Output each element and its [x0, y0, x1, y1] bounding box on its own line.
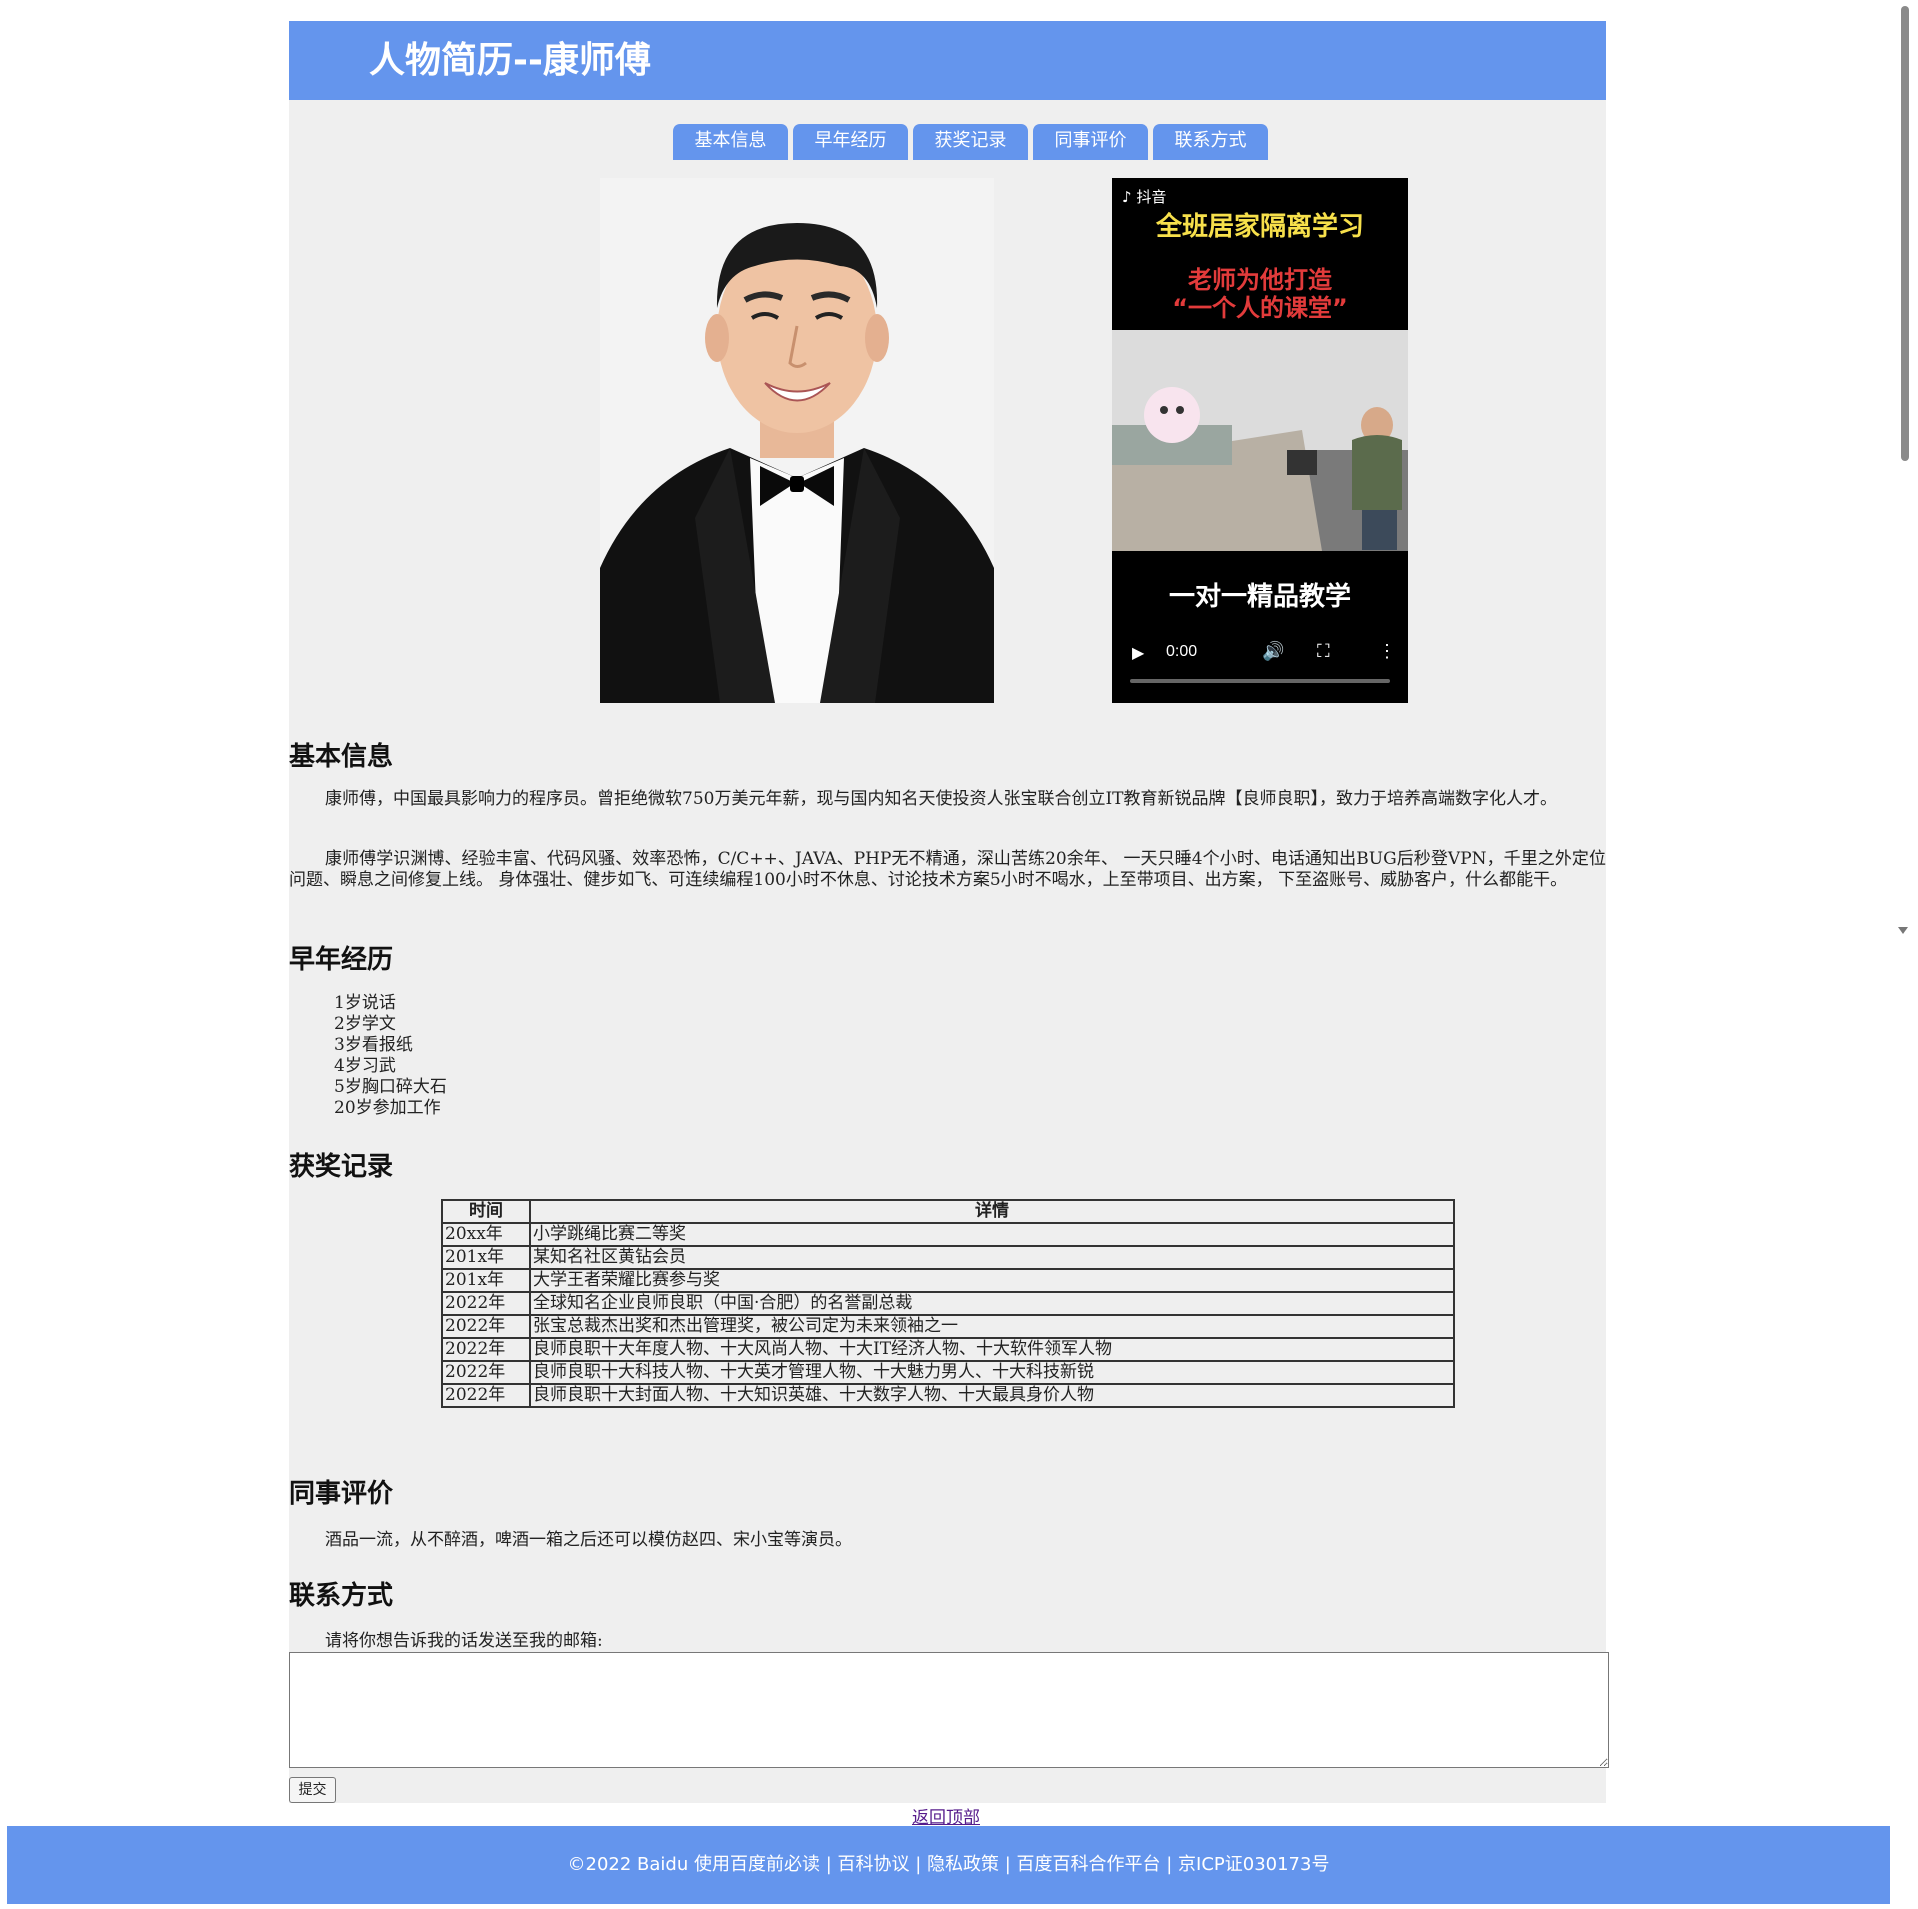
footer-links[interactable]: ©2022 Baidu 使用百度前必读 | 百科协议 | 隐私政策 | 百度百科…: [568, 1854, 1330, 1875]
award-year: 2022年: [441, 1337, 531, 1362]
section-heading-basic: 基本信息: [289, 742, 394, 772]
column-header-details: 详情: [529, 1199, 1455, 1224]
table-row: 20xx年 小学跳绳比赛二等奖: [441, 1222, 1455, 1247]
award-year: 20xx年: [441, 1222, 531, 1247]
table-row: 2022年 良师良职十大封面人物、十大知识英雄、十大数字人物、十大最具身价人物: [441, 1383, 1455, 1408]
section-heading-contact: 联系方式: [289, 1581, 394, 1611]
video-frame-scene: [1112, 330, 1408, 551]
column-header-time: 时间: [441, 1199, 531, 1224]
video-headline-1: 全班居家隔离学习: [1155, 212, 1364, 242]
contact-prompt: 请将你想告诉我的话发送至我的邮箱:: [325, 1631, 603, 1651]
award-year: 2022年: [441, 1383, 531, 1408]
tab-early-life[interactable]: 早年经历: [793, 124, 908, 160]
tab-awards[interactable]: 获奖记录: [913, 124, 1028, 160]
page-header: 人物简历--康师傅: [289, 21, 1606, 100]
award-detail: 小学跳绳比赛二等奖: [529, 1222, 1455, 1247]
scroll-down-arrow-icon[interactable]: [1898, 927, 1908, 934]
scrollbar-thumb[interactable]: [1901, 6, 1909, 461]
table-row: 201x年 大学王者荣耀比赛参与奖: [441, 1268, 1455, 1293]
award-detail: 张宝总裁杰出奖和杰出管理奖，被公司定为未来领袖之一: [529, 1314, 1455, 1339]
award-detail: 良师良职十大年度人物、十大风尚人物、十大IT经济人物、十大软件领军人物: [529, 1337, 1455, 1362]
back-to-top-link[interactable]: 返回顶部: [912, 1803, 980, 1828]
basic-info-paragraph-1: 康师傅，中国最具影响力的程序员。曾拒绝微软750万美元年薪，现与国内知名天使投资…: [325, 789, 1557, 809]
list-item: 3岁看报纸: [334, 1035, 413, 1055]
colleague-review-text: 酒品一流，从不醉酒，啤酒一箱之后还可以模仿赵四、宋小宝等演员。: [325, 1530, 852, 1550]
more-options-icon[interactable]: ⋮: [1378, 641, 1396, 662]
award-detail: 全球知名企业良师良职（中国·合肥）的名誉副总裁: [529, 1291, 1455, 1316]
table-row: 2022年 良师良职十大年度人物、十大风尚人物、十大IT经济人物、十大软件领军人…: [441, 1337, 1455, 1362]
award-detail: 大学王者荣耀比赛参与奖: [529, 1268, 1455, 1293]
list-item: 2岁学文: [334, 1014, 396, 1034]
table-header-row: 时间 详情: [441, 1199, 1455, 1224]
tab-colleague-reviews[interactable]: 同事评价: [1033, 124, 1148, 160]
video-caption: 一对一精品教学: [1168, 582, 1351, 612]
video-platform-label: ♪ 抖音: [1122, 186, 1166, 207]
list-item: 4岁习武: [334, 1056, 396, 1076]
table-row: 2022年 全球知名企业良师良职（中国·合肥）的名誉副总裁: [441, 1291, 1455, 1316]
award-year: 201x年: [441, 1245, 531, 1270]
list-item: 5岁胸口碎大石: [334, 1077, 447, 1097]
section-heading-awards: 获奖记录: [289, 1152, 394, 1182]
award-year: 2022年: [441, 1314, 531, 1339]
portrait-photo: [600, 178, 994, 703]
vertical-scrollbar[interactable]: [1890, 0, 1918, 1909]
award-detail: 某知名社区黄钻会员: [529, 1245, 1455, 1270]
award-year: 201x年: [441, 1268, 531, 1293]
list-item: 20岁参加工作: [334, 1098, 441, 1118]
fullscreen-icon[interactable]: ⛶: [1317, 641, 1330, 662]
table-row: 201x年 某知名社区黄钻会员: [441, 1245, 1455, 1270]
tiktok-icon: ♪: [1122, 188, 1132, 206]
section-heading-early: 早年经历: [289, 945, 394, 975]
page-title: 人物简历--康师傅: [369, 40, 651, 81]
tab-basic-info[interactable]: 基本信息: [673, 124, 788, 160]
list-item: 1岁说话: [334, 993, 396, 1013]
video-controls: ▶ 0:00 🔊 ⛶ ⋮: [1112, 634, 1408, 694]
award-year: 2022年: [441, 1360, 531, 1385]
platform-name: 抖音: [1136, 188, 1167, 206]
resume-page: 人物简历--康师傅 基本信息 早年经历 获奖记录 同事评价 联系方式 ♪ 抖音 …: [289, 21, 1609, 1803]
tab-contact[interactable]: 联系方式: [1153, 124, 1268, 160]
award-detail: 良师良职十大科技人物、十大英才管理人物、十大魅力男人、十大科技新锐: [529, 1360, 1455, 1385]
basic-info-paragraph-2: 康师傅学识渊博、经验丰富、代码风骚、效率恐怖，C/C++、JAVA、PHP无不精…: [289, 849, 1606, 890]
play-icon[interactable]: ▶: [1132, 643, 1144, 663]
table-row: 2022年 良师良职十大科技人物、十大英才管理人物、十大魅力男人、十大科技新锐: [441, 1360, 1455, 1385]
page-footer: ©2022 Baidu 使用百度前必读 | 百科协议 | 隐私政策 | 百度百科…: [7, 1826, 1890, 1904]
submit-button[interactable]: 提交: [289, 1777, 336, 1803]
video-player[interactable]: ♪ 抖音 全班居家隔离学习 老师为他打造 “一个人的课堂” 一对一精品教学 ▶ …: [1112, 178, 1408, 703]
message-textarea[interactable]: [289, 1652, 1609, 1768]
section-nav: 基本信息 早年经历 获奖记录 同事评价 联系方式: [673, 124, 1268, 160]
award-year: 2022年: [441, 1291, 531, 1316]
awards-table: 时间 详情 20xx年 小学跳绳比赛二等奖 201x年 某知名社区黄钻会员 20…: [441, 1199, 1455, 1408]
table-row: 2022年 张宝总裁杰出奖和杰出管理奖，被公司定为未来领袖之一: [441, 1314, 1455, 1339]
early-life-list: 1岁说话 2岁学文 3岁看报纸 4岁习武 5岁胸口碎大石 20岁参加工作: [334, 993, 447, 1119]
section-heading-colleagues: 同事评价: [289, 1479, 394, 1509]
video-headline-3: “一个人的课堂”: [1172, 294, 1348, 322]
video-time: 0:00: [1166, 643, 1198, 660]
video-progress-bar[interactable]: [1130, 679, 1390, 683]
volume-icon[interactable]: 🔊: [1262, 641, 1284, 662]
award-detail: 良师良职十大封面人物、十大知识英雄、十大数字人物、十大最具身价人物: [529, 1383, 1455, 1408]
